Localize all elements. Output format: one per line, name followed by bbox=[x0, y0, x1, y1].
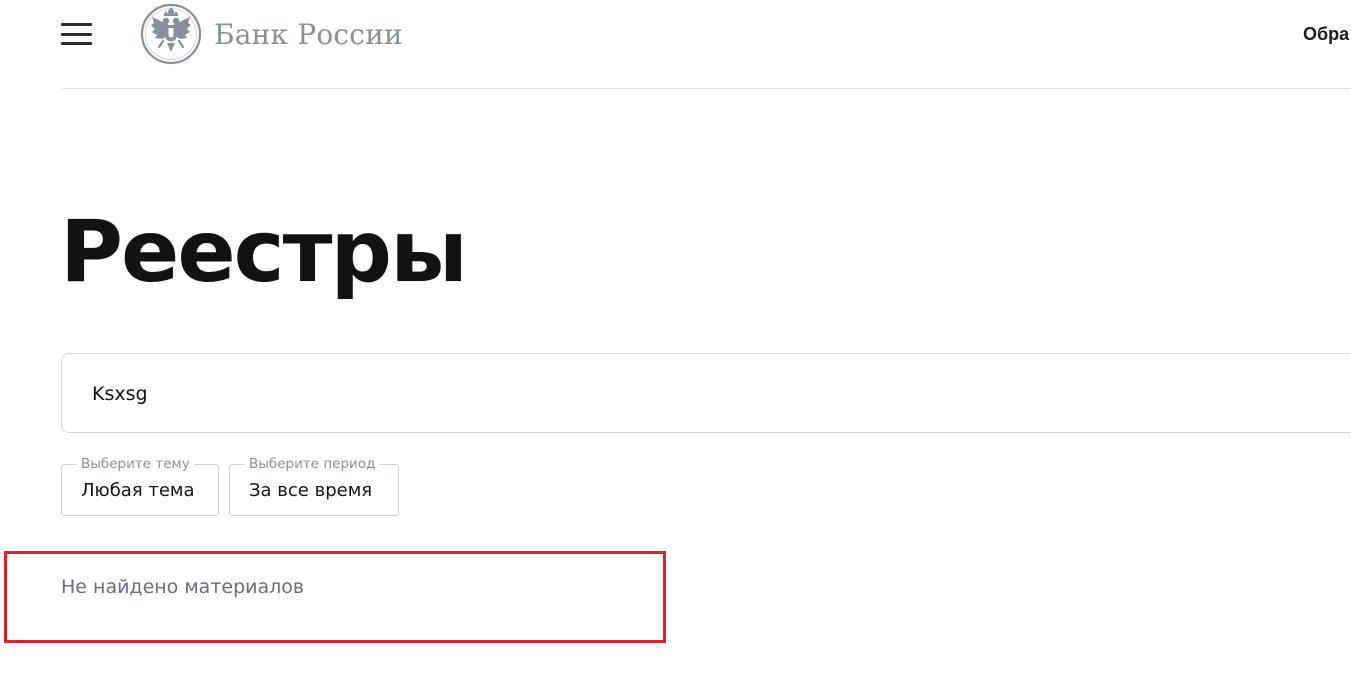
site-header: Банк России Обра bbox=[0, 0, 1351, 89]
period-filter-label: Выберите период bbox=[245, 456, 380, 472]
topic-filter-value: Любая тема bbox=[81, 480, 195, 501]
menu-bar bbox=[61, 42, 92, 45]
search-input[interactable] bbox=[92, 380, 1292, 408]
brand-name: Банк России bbox=[214, 17, 403, 51]
page-title: Реестры bbox=[60, 202, 468, 302]
period-filter-value: За все время bbox=[249, 480, 373, 501]
search-box[interactable] bbox=[61, 353, 1351, 433]
page: Банк России Обра Реестры Выберите тему Л… bbox=[0, 0, 1351, 683]
brand-logo-link[interactable]: Банк России bbox=[140, 3, 403, 65]
period-filter-select[interactable]: Выберите период За все время bbox=[229, 456, 399, 516]
header-nav-link[interactable]: Обра bbox=[1303, 24, 1349, 45]
topic-filter-label: Выберите тему bbox=[77, 456, 194, 472]
topic-filter-select[interactable]: Выберите тему Любая тема bbox=[61, 456, 219, 516]
menu-bar bbox=[61, 23, 92, 26]
menu-bar bbox=[61, 32, 92, 36]
header-divider bbox=[61, 88, 1351, 89]
menu-icon[interactable] bbox=[61, 23, 92, 45]
eagle-emblem-icon bbox=[140, 3, 202, 65]
no-results-message: Не найдено материалов bbox=[61, 576, 305, 598]
